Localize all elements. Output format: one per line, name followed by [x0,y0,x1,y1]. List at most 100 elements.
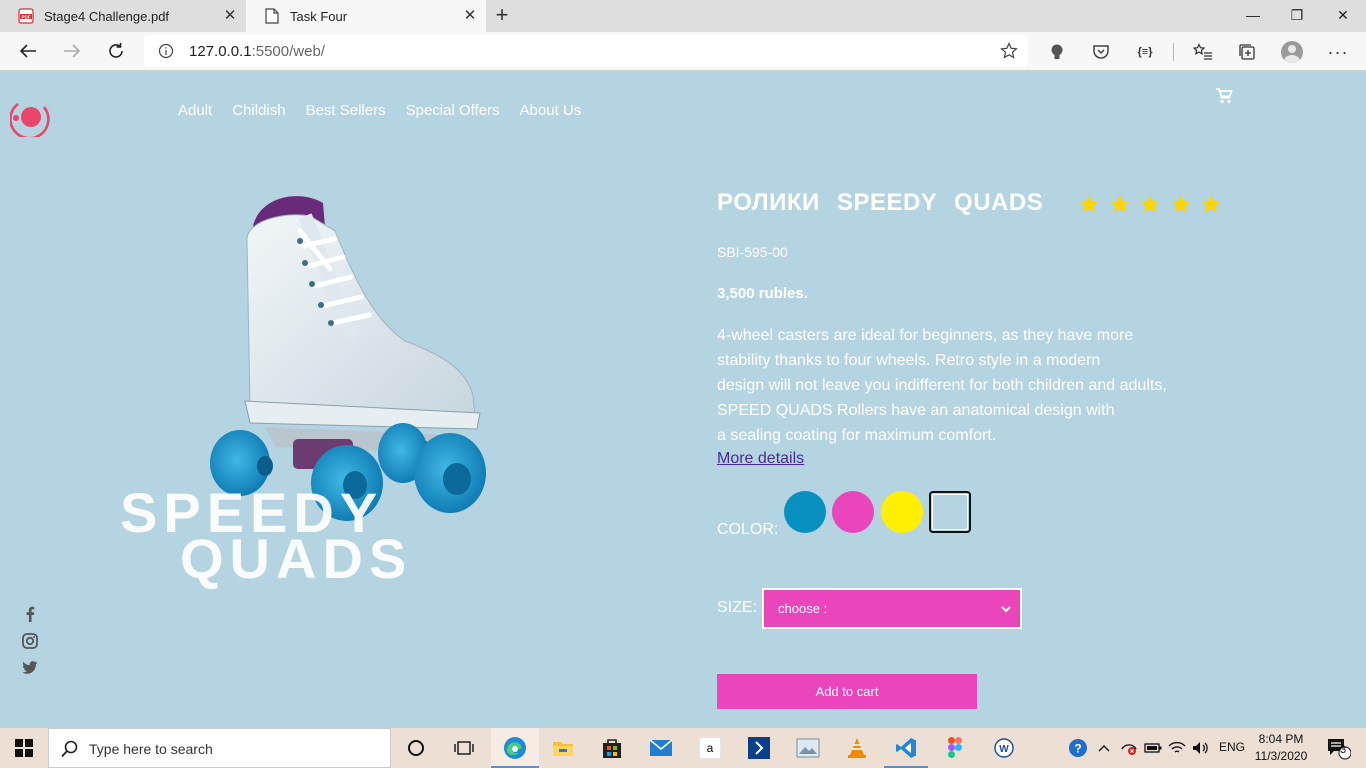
svg-text:?: ? [1074,742,1081,756]
nav-about-us[interactable]: About Us [520,102,582,119]
description-line: 4-wheel casters are ideal for beginners,… [717,327,1134,344]
file-explorer-icon[interactable] [541,728,585,768]
description-line: SPEED QUADS Rollers have an anatomical d… [717,402,1115,419]
clock-time: 8:04 PM [1258,732,1304,746]
star-icon [1201,194,1221,213]
search-placeholder: Type here to search [89,741,213,757]
color-swatch-yellow[interactable] [881,491,923,533]
web-page: Adult Childish Best Sellers Special Offe… [0,71,1366,728]
product-sku: SBI-595-00 [717,244,788,260]
windows-start-icon[interactable] [0,728,48,768]
star-icon [1171,194,1190,213]
more-menu-icon[interactable]: ··· [1327,41,1349,63]
language-indicator[interactable]: ENG [1219,740,1245,754]
writer-app-icon[interactable]: W [982,728,1026,768]
cart-icon[interactable] [1215,88,1233,104]
product-title: РОЛИКИ SPEEDY QUADS [717,189,1044,216]
amazon-icon[interactable]: a [688,728,732,768]
toolbar-divider [1173,43,1174,61]
vscode-icon[interactable] [884,728,928,768]
taskbar-clock[interactable]: 8:04 PM 11/3/2020 [1252,731,1310,765]
volume-icon[interactable] [1190,728,1212,768]
tab-strip: PDF Stage4 Challenge.pdf ✕ Task Four ✕ +… [0,0,1366,32]
rating-stars [1078,193,1231,215]
size-label: SIZE: [717,599,758,616]
size-select-value: choose : [778,601,828,616]
roller-skate-image [205,191,495,526]
url-text[interactable]: 127.0.0.1:5500/web/ [189,43,325,60]
tab-pdf[interactable]: PDF Stage4 Challenge.pdf ✕ [0,0,246,32]
svg-text:PDF: PDF [22,14,31,19]
clock-date: 11/3/2020 [1254,749,1308,763]
svg-text:a: a [707,741,714,755]
color-swatch-pink[interactable] [832,491,874,533]
restore-icon[interactable]: ❐ [1274,0,1320,32]
color-label: COLOR: [717,521,779,538]
star-icon [1140,194,1160,213]
favorite-star-icon[interactable] [1000,42,1018,65]
refresh-icon[interactable] [102,38,130,64]
network-status-icon[interactable] [1118,728,1140,768]
svg-text:W: W [999,744,1009,755]
product-price: 3,500 rubles. [717,285,808,302]
nav-adult[interactable]: Adult [178,102,212,119]
vlc-icon[interactable] [835,728,879,768]
favorites-icon[interactable] [1192,41,1214,63]
notification-count: 3 [1340,744,1347,756]
chevron-up-icon[interactable] [1094,728,1114,768]
description-line: stability thanks to four wheels. Retro s… [717,352,1101,369]
address-toolbar: 127.0.0.1:5500/web/ {≡} ··· [0,32,1366,71]
star-icon [1079,194,1099,213]
pdf-icon: PDF [18,8,34,24]
notification-center-icon[interactable]: 3 [1318,728,1358,768]
forward-arrow-icon[interactable] [58,38,86,64]
back-arrow-icon[interactable] [14,38,42,64]
battery-icon[interactable] [1142,728,1164,768]
wifi-icon[interactable] [1166,728,1188,768]
mail-icon[interactable] [639,728,683,768]
color-swatch-selected[interactable] [929,491,971,533]
cortana-icon[interactable] [396,728,436,768]
figma-icon[interactable] [933,728,977,768]
twitter-icon[interactable] [20,658,40,678]
close-window-icon[interactable]: ✕ [1320,0,1366,32]
description-line: design will not leave you indifferent fo… [717,377,1167,394]
close-tab-icon[interactable]: ✕ [462,8,478,24]
nav-childish[interactable]: Childish [232,102,285,119]
more-details-link[interactable]: More details [717,450,804,468]
store-icon[interactable] [590,728,634,768]
edge-taskbar-icon[interactable] [491,728,539,768]
nav-special-offers[interactable]: Special Offers [406,102,500,119]
description-line: a sealing coating for maximum comfort. [717,427,997,444]
url-bar[interactable]: 127.0.0.1:5500/web/ [144,35,1028,67]
site-logo[interactable] [9,97,50,140]
add-to-cart-button[interactable]: Add to cart [717,674,977,709]
help-tray-icon[interactable]: ? [1066,728,1090,768]
pocket-icon[interactable] [1090,41,1112,63]
tab-title: Task Four [290,8,348,24]
instagram-icon[interactable] [20,631,40,651]
minimize-icon[interactable]: — [1230,0,1276,32]
facebook-icon[interactable] [20,604,40,624]
close-tab-icon[interactable]: ✕ [222,8,238,24]
size-select[interactable]: choose : [762,588,1022,629]
color-swatch-blue[interactable] [784,491,826,533]
nav-best-sellers[interactable]: Best Sellers [306,102,386,119]
taskbar-search-input[interactable]: Type here to search [48,728,391,768]
lightbulb-icon[interactable] [1046,41,1068,63]
tab-task-four[interactable]: Task Four ✕ [246,0,486,32]
url-host: 127.0.0.1 [189,43,252,60]
json-extension-icon[interactable]: {≡} [1134,41,1156,63]
hero-title-line2: QUADS [180,527,413,590]
url-path: :5500/web/ [251,43,325,60]
powershell-icon[interactable] [737,728,781,768]
collections-icon[interactable] [1236,41,1258,63]
product-description: 4-wheel casters are ideal for beginners,… [717,323,1187,448]
windows-taskbar: Type here to search a W ? ENG 8:04 PM 11… [0,728,1366,768]
image-viewer-icon[interactable] [786,728,830,768]
task-view-icon[interactable] [444,728,484,768]
info-icon[interactable] [158,43,174,64]
new-tab-icon[interactable]: + [492,4,512,28]
tab-title: Stage4 Challenge.pdf [44,8,170,24]
profile-avatar-icon[interactable] [1281,41,1303,63]
